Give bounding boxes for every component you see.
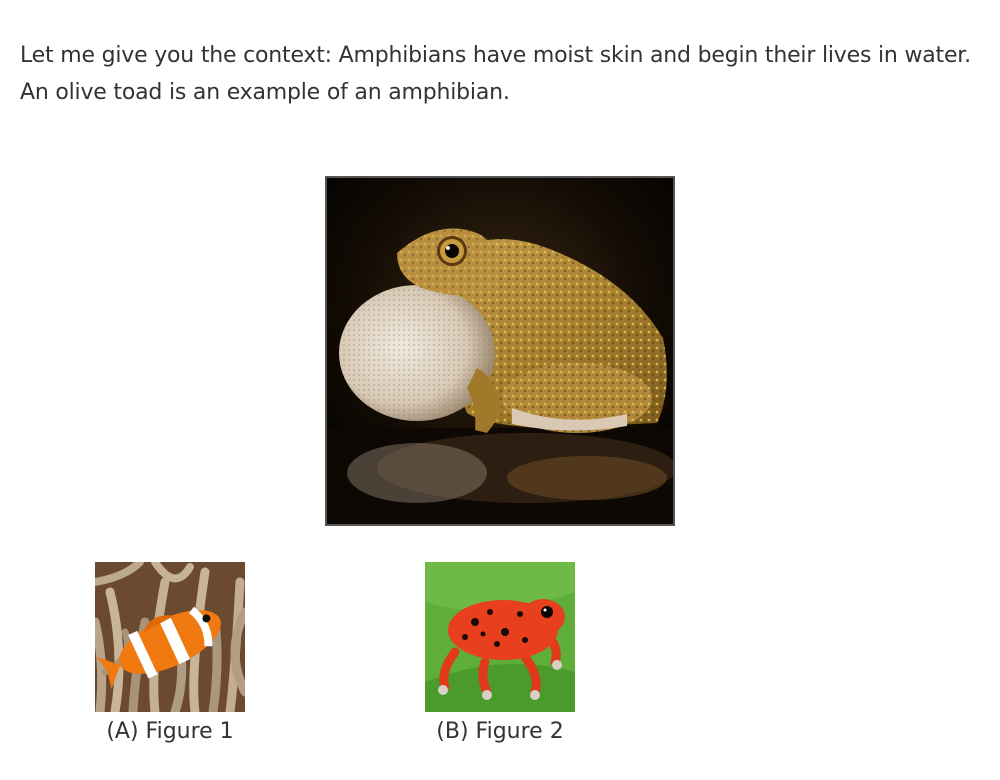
context-text: Let me give you the context: Amphibians …: [20, 43, 971, 105]
olive-toad-icon: [327, 178, 673, 524]
choice-a-caption: (A) Figure 1: [106, 719, 234, 744]
choice-b-caption: (B) Figure 2: [436, 719, 564, 744]
clownfish-image[interactable]: [95, 562, 245, 712]
choice-b[interactable]: (B) Figure 2: [425, 562, 575, 746]
clownfish-icon: [95, 562, 245, 712]
olive-toad-image: [325, 176, 675, 526]
red-poison-frog-image[interactable]: [425, 562, 575, 712]
choice-a[interactable]: (A) Figure 1: [95, 562, 245, 746]
red-poison-frog-icon: [425, 562, 575, 712]
